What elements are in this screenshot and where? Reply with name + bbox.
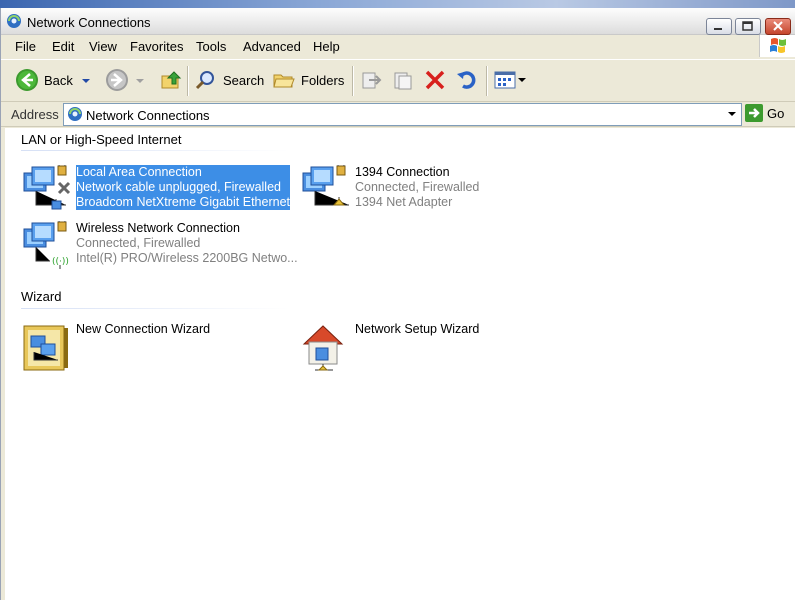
windows-logo-icon [759, 35, 795, 57]
undo-button[interactable] [455, 66, 479, 94]
menu-bar: File Edit View Favorites Tools Advanced … [1, 35, 795, 57]
undo-icon [457, 71, 476, 89]
views-button[interactable] [493, 66, 527, 94]
menu-view[interactable]: View [89, 39, 117, 54]
group-divider [21, 150, 289, 151]
folders-icon [273, 74, 295, 88]
connection-name: 1394 Connection [355, 165, 450, 179]
delete-button[interactable] [423, 66, 447, 94]
folders-label: Folders [301, 72, 345, 88]
window-title: Network Connections [27, 15, 151, 30]
group-title-wizard: Wizard [21, 289, 62, 304]
delete-x-icon [425, 70, 445, 90]
move-to-button[interactable] [359, 66, 383, 94]
group-title-lan: LAN or High-Speed Internet [21, 132, 182, 147]
toolbar-separator [187, 66, 189, 96]
connection-status: Network cable unplugged, Firewalled [76, 180, 281, 194]
toolbar-separator [486, 66, 488, 96]
go-arrow-icon [745, 104, 763, 122]
back-dropdown-icon[interactable] [73, 68, 91, 92]
forward-dropdown-icon[interactable] [129, 68, 145, 92]
menu-edit[interactable]: Edit [52, 39, 74, 54]
views-dropdown-icon[interactable] [517, 68, 527, 92]
connection-status: Connected, Firewalled [355, 180, 480, 194]
wireless-connected-icon: ((·)) [23, 221, 69, 269]
address-input[interactable]: Network Connections [63, 103, 742, 126]
folders-button[interactable]: Folders [272, 66, 344, 94]
connection-device: Intel(R) PRO/Wireless 2200BG Netwo... [76, 251, 298, 265]
close-button[interactable] [765, 18, 791, 35]
forward-button[interactable] [105, 66, 145, 94]
go-label: Go [767, 105, 785, 121]
search-icon [195, 71, 214, 90]
wizard-name: Network Setup Wizard [355, 322, 480, 336]
menu-help[interactable]: Help [313, 39, 340, 54]
move-to-icon [362, 72, 382, 89]
network-connections-icon [68, 107, 82, 121]
search-label: Search [223, 72, 265, 88]
menu-advanced[interactable]: Advanced [243, 39, 301, 54]
address-value: Network Connections [86, 108, 210, 123]
back-arrow-icon [16, 69, 38, 91]
minimize-button[interactable] [706, 18, 732, 35]
menu-file[interactable]: File [15, 39, 36, 54]
lan-disconnected-icon [23, 165, 71, 210]
connection-device: Broadcom NetXtreme Gigabit Ethernet [76, 195, 290, 209]
network-setup-house-icon [302, 325, 344, 371]
maximize-button[interactable] [735, 18, 761, 35]
menu-tools[interactable]: Tools [196, 39, 226, 54]
address-label: Address [11, 107, 59, 122]
title-bar[interactable]: Network Connections [1, 8, 795, 35]
connection-name: Wireless Network Connection [76, 221, 240, 235]
up-folder-icon [161, 71, 182, 89]
toolbar-separator [352, 66, 354, 96]
copy-to-icon [394, 72, 412, 90]
go-button[interactable]: Go [745, 104, 784, 122]
network-connections-icon [7, 14, 21, 28]
copy-to-button[interactable] [391, 66, 415, 94]
forward-arrow-icon [106, 69, 128, 91]
file-list-pane[interactable]: LAN or High-Speed Internet Local Area Co… [5, 128, 795, 600]
connection-status: Connected, Firewalled [76, 236, 201, 250]
explorer-window: Network Connections File Edit View Favor… [0, 8, 795, 600]
address-dropdown-icon[interactable] [726, 108, 738, 120]
wizard-name: New Connection Wizard [76, 322, 211, 336]
connection-device: 1394 Net Adapter [355, 195, 453, 209]
standard-toolbar: Back Search Folders [1, 59, 795, 102]
search-button[interactable]: Search [194, 66, 264, 94]
up-folder-button[interactable] [159, 66, 183, 94]
new-connection-wizard-icon [23, 325, 68, 371]
address-bar: Address Network Connections Go [1, 102, 795, 127]
menu-favorites[interactable]: Favorites [130, 39, 183, 54]
group-divider [21, 308, 289, 309]
back-label: Back [44, 72, 73, 88]
back-button[interactable]: Back [15, 66, 91, 94]
views-icon [494, 71, 516, 89]
lan-connected-icon [302, 165, 349, 206]
connection-name: Local Area Connection [76, 165, 202, 179]
